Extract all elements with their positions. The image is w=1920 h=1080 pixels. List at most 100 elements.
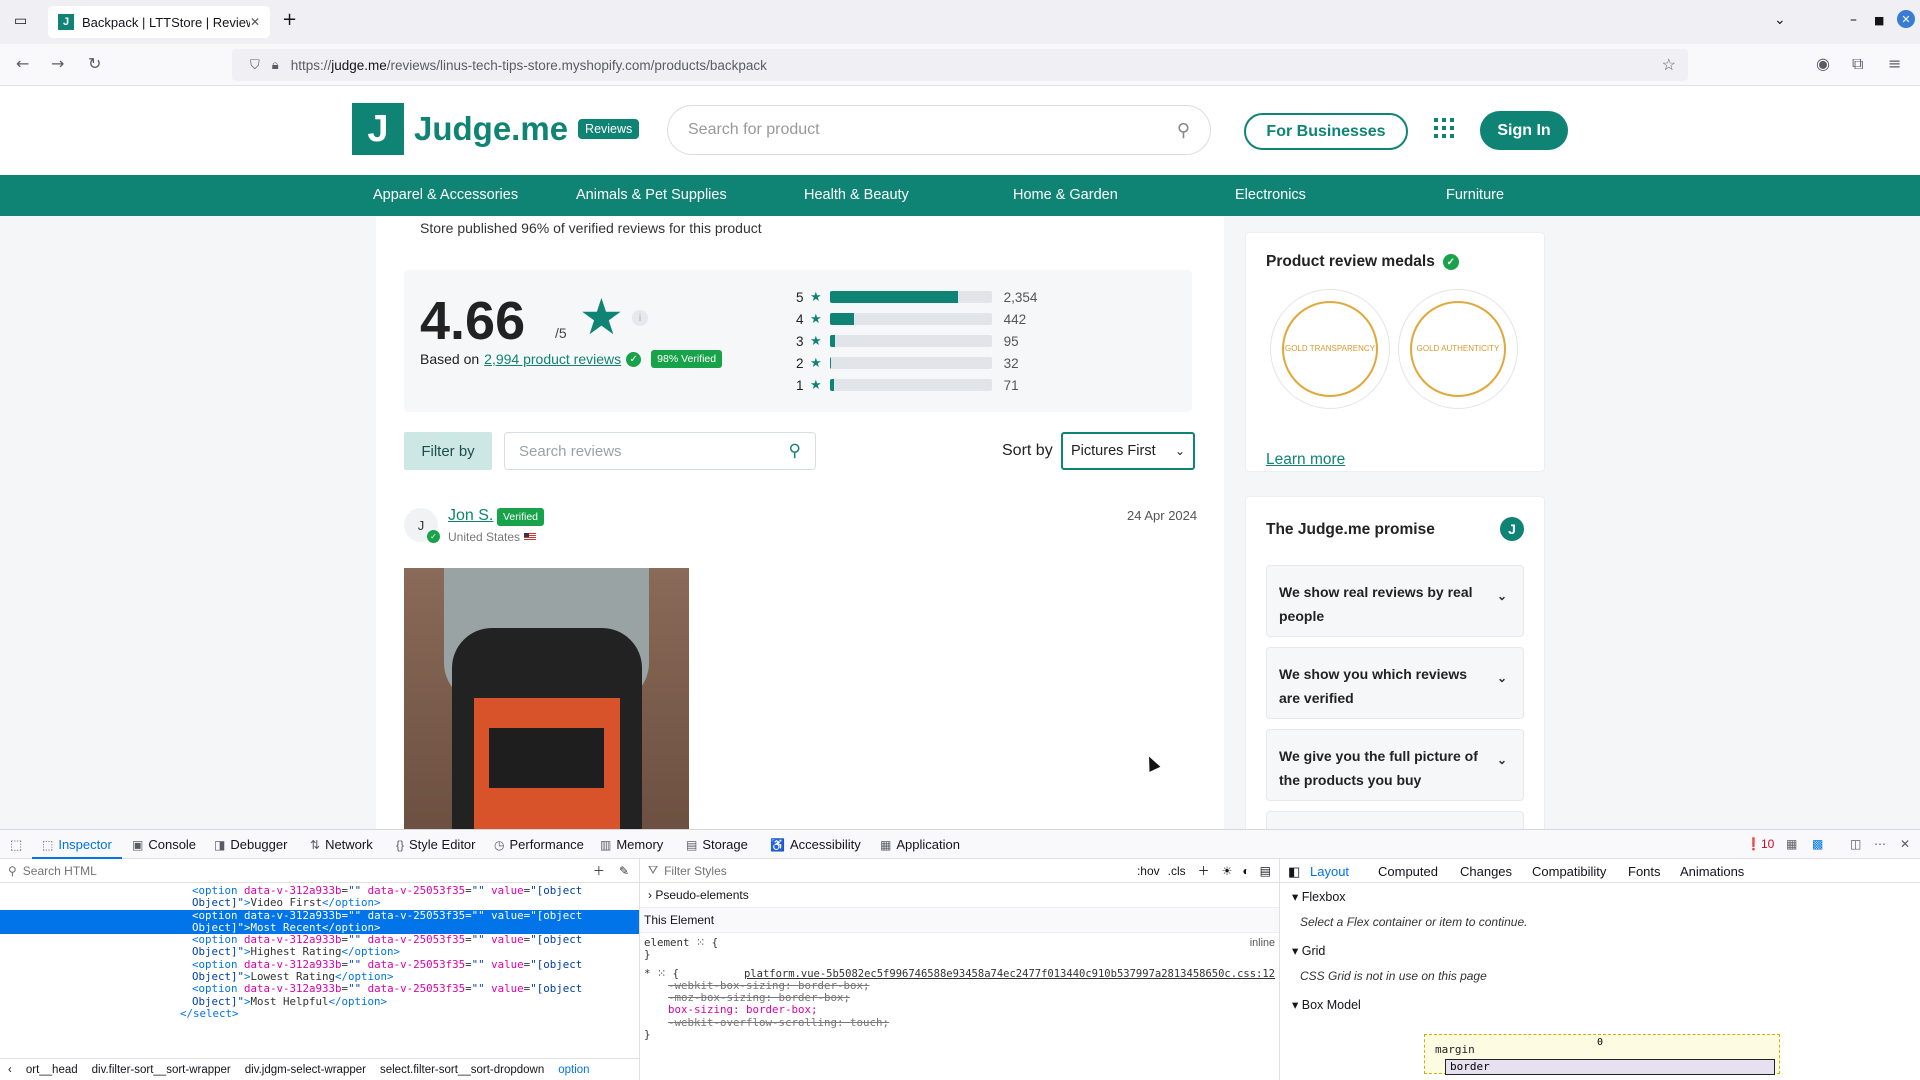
sidebar-tab-layout[interactable]: Layout <box>1310 864 1349 879</box>
devtools-tab-network[interactable]: ⇅ Network <box>310 837 373 852</box>
devtools-tab-storage[interactable]: ▤ Storage <box>686 837 748 852</box>
more-options-icon[interactable]: ⋯ <box>1874 837 1886 851</box>
review-count-link[interactable]: 2,994 product reviews <box>484 351 621 367</box>
promise-item-full-picture[interactable]: We give you the full picture of the prod… <box>1266 729 1524 801</box>
url-bar[interactable]: ⛉ 🔒︎ https://judge.me/reviews/linus-tech… <box>232 49 1688 81</box>
for-businesses-button[interactable]: For Businesses <box>1244 113 1408 150</box>
devtools-tab-style-editor[interactable]: {} Style Editor <box>396 837 476 852</box>
histogram-row[interactable]: 5 ★ 2,354 <box>796 286 1037 308</box>
devtools-tab-console[interactable]: ▣ Console <box>132 837 196 852</box>
breadcrumb-item[interactable]: div.filter-sort__sort-wrapper <box>92 1064 231 1076</box>
search-html-input[interactable]: ⚲ Search HTML ＋ ✎ <box>0 859 639 883</box>
star-icon: ★ <box>810 333 822 348</box>
gold-authenticity-medal[interactable]: GOLD AUTHENTICITY <box>1398 289 1518 409</box>
histogram-row[interactable]: 3 ★ 95 <box>796 330 1037 352</box>
reload-icon[interactable]: ↻ <box>88 54 101 73</box>
learn-more-link[interactable]: Learn more <box>1266 451 1345 469</box>
forward-icon[interactable]: → <box>51 54 64 73</box>
hov-toggle[interactable]: :hov <box>1137 864 1160 878</box>
maximize-icon[interactable]: ■ <box>1874 14 1884 27</box>
account-icon[interactable]: ◉ <box>1816 54 1830 73</box>
html-tree[interactable]: <option data-v-312a933b="" data-v-25053f… <box>0 883 639 1020</box>
box-model-section[interactable]: ▾ Box Model <box>1292 997 1361 1012</box>
promise-item-real-reviews[interactable]: We show real reviews by real people ⌄ <box>1266 565 1524 637</box>
histogram-row[interactable]: 1 ★ 71 <box>796 374 1037 396</box>
reviewer-name[interactable]: Jon S. <box>448 507 493 525</box>
promise-item-verified[interactable]: We show you which reviews are verified ⌄ <box>1266 647 1524 719</box>
breadcrumb-item[interactable]: select.filter-sort__sort-dropdown <box>380 1064 544 1076</box>
minimize-icon[interactable]: – <box>1850 12 1857 28</box>
promise-item-next[interactable] <box>1266 811 1524 829</box>
review-search-input[interactable]: Search reviews ⚲ <box>504 432 816 470</box>
list-all-tabs-icon[interactable]: ⌄ <box>1774 12 1786 28</box>
sidebar-tab-compatibility[interactable]: Compatibility <box>1532 864 1606 879</box>
category-health[interactable]: Health & Beauty <box>804 187 909 203</box>
category-home[interactable]: Home & Garden <box>1013 187 1118 203</box>
category-electronics[interactable]: Electronics <box>1235 187 1306 203</box>
review-photo[interactable] <box>404 568 689 829</box>
apps-grid-icon[interactable] <box>1434 118 1454 138</box>
category-apparel[interactable]: Apparel & Accessories <box>373 187 518 203</box>
browser-tab[interactable]: J Backpack | LTTStore | Review ✕ <box>48 6 270 38</box>
element-rule[interactable]: element ⁙ {inline } <box>640 933 1279 966</box>
breadcrumb-item[interactable]: ort__head <box>26 1064 78 1076</box>
category-animals[interactable]: Animals & Pet Supplies <box>576 187 727 203</box>
search-icon[interactable]: ⚲ <box>1177 120 1190 141</box>
devtools-tab-inspector[interactable]: ⬚ Inspector <box>32 837 122 859</box>
tab-list-icon[interactable]: ▭ <box>14 13 27 29</box>
sidebar-tab-computed[interactable]: Computed <box>1378 864 1438 879</box>
dock-icon[interactable]: ◫ <box>1850 837 1861 851</box>
gold-transparency-medal[interactable]: GOLD TRANSPARENCY <box>1270 289 1390 409</box>
sort-dropdown[interactable]: Pictures First ⌄ <box>1061 432 1195 470</box>
pick-color-icon[interactable]: ▩ <box>1812 837 1823 851</box>
product-search-input[interactable]: Search for product ⚲ <box>667 105 1211 155</box>
devtools-tab-accessibility[interactable]: ♿ Accessibility <box>770 837 861 852</box>
universal-rule[interactable]: * ⁙ { platform.vue-5b5082ec5f996746588e9… <box>640 966 1279 1044</box>
filter-styles-input[interactable]: ⛛ Filter Styles :hov .cls ＋ ☀ ◐ ▤ <box>640 859 1279 883</box>
flexbox-section[interactable]: ▾ Flexbox <box>1292 889 1346 904</box>
sign-in-button[interactable]: Sign In <box>1480 111 1568 150</box>
html-node-line[interactable]: Object]">Most Helpful</option> <box>0 995 639 1008</box>
sidebar-toggle-icon[interactable]: ◧ <box>1288 864 1300 880</box>
margin-top-value[interactable]: 0 <box>1597 1037 1603 1048</box>
element-picker-icon[interactable]: ⬚ <box>10 837 22 853</box>
close-window-icon[interactable]: ✕ <box>1897 10 1915 28</box>
shield-icon[interactable]: ⛉ <box>250 57 260 73</box>
search-icon[interactable]: ⚲ <box>789 441 801 461</box>
info-icon[interactable]: i <box>632 310 648 326</box>
devtools-tab-memory[interactable]: ▥ Memory <box>600 837 663 852</box>
histogram-row[interactable]: 2 ★ 32 <box>796 352 1037 374</box>
sidebar-tab-fonts[interactable]: Fonts <box>1628 864 1661 879</box>
close-tab-icon[interactable]: ✕ <box>250 15 260 29</box>
pseudo-elements-toggle[interactable]: › Pseudo-elements <box>640 883 1279 908</box>
bookmark-star-icon[interactable]: ☆ <box>1662 55 1676 75</box>
print-media-icon[interactable]: ▤ <box>1260 864 1271 878</box>
breadcrumb-item[interactable]: option <box>558 1064 589 1076</box>
add-rule-icon[interactable]: ＋ <box>1198 862 1210 879</box>
filter-by-button[interactable]: Filter by <box>404 432 492 470</box>
responsive-icon[interactable]: ▦ <box>1786 837 1797 851</box>
app-menu-icon[interactable]: ≡ <box>1888 54 1901 73</box>
lock-icon[interactable]: 🔒︎ <box>272 57 279 73</box>
extensions-icon[interactable]: ⧉ <box>1852 54 1863 74</box>
grid-section[interactable]: ▾ Grid <box>1292 943 1325 958</box>
cls-toggle[interactable]: .cls <box>1168 864 1186 878</box>
sidebar-tab-changes[interactable]: Changes <box>1460 864 1512 879</box>
devtools-tab-application[interactable]: ▦ Application <box>880 837 960 852</box>
histogram-row[interactable]: 4 ★ 442 <box>796 308 1037 330</box>
breadcrumb-item[interactable]: div.jdgm-select-wrapper <box>245 1064 366 1076</box>
close-devtools-icon[interactable]: ✕ <box>1900 837 1910 851</box>
sidebar-tab-animations[interactable]: Animations <box>1680 864 1744 879</box>
new-tab-icon[interactable]: + <box>282 9 297 30</box>
dark-scheme-icon[interactable]: ◐ <box>1242 864 1249 878</box>
breadcrumb-scroll-left-icon[interactable]: ‹ <box>8 1064 12 1076</box>
devtools-tab-performance[interactable]: ◷ Performance <box>494 837 584 852</box>
category-furniture[interactable]: Furniture <box>1446 187 1504 203</box>
back-icon[interactable]: ← <box>16 54 29 73</box>
judgeme-logo[interactable]: J Judge.me Reviews <box>352 103 640 155</box>
navigation-toolbar: ← → ↻ ⛉ 🔒︎ https://judge.me/reviews/linu… <box>0 44 1920 86</box>
light-scheme-icon[interactable]: ☀ <box>1222 864 1233 878</box>
error-count[interactable]: ❗10 <box>1746 837 1774 851</box>
star-icon: ★ <box>810 289 822 304</box>
devtools-tab-debugger[interactable]: ◨ Debugger <box>214 837 287 852</box>
